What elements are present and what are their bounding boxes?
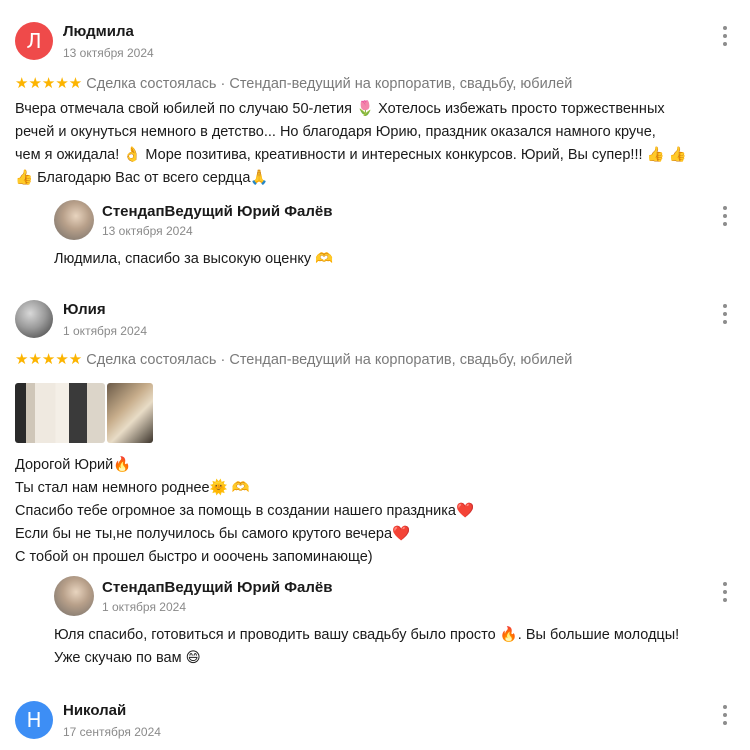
deal-info: Сделка состоялась · Стендап-ведущий на к… [86, 76, 573, 92]
reviewer-name[interactable]: Николай [63, 702, 126, 719]
more-options-icon[interactable] [720, 582, 730, 602]
reply-text: Людмила, спасибо за высокую оценку 🫶 [54, 251, 334, 267]
more-options-icon[interactable] [720, 206, 730, 226]
review-card: Л Людмила 13 октября 2024 ★★★★★ Сделка с… [0, 18, 750, 267]
avatar[interactable] [15, 300, 53, 338]
review-text: Вчера отмечала свой юбилей по случаю 50-… [15, 101, 687, 186]
review-text: Дорогой Юрий🔥 Ты стал нам немного роднее… [15, 457, 475, 565]
more-options-icon[interactable] [720, 705, 730, 725]
more-options-icon[interactable] [720, 26, 730, 46]
deal-info: Сделка состоялась · Стендап-ведущий на к… [86, 352, 573, 368]
review-card: Н Николай 17 сентября 2024 [0, 697, 750, 745]
reply-author-name[interactable]: СтендапВедущий Юрий Фалёв [102, 579, 332, 596]
reply-text: Юля спасибо, готовиться и проводить вашу… [54, 627, 680, 666]
rating-stars: ★★★★★ [15, 351, 83, 368]
reviewer-name[interactable]: Юлия [63, 301, 106, 318]
reply-author-name[interactable]: СтендапВедущий Юрий Фалёв [102, 203, 332, 220]
review-date: 17 сентября 2024 [63, 725, 161, 739]
review-date: 13 октября 2024 [63, 46, 154, 60]
avatar[interactable]: Л [15, 22, 53, 60]
avatar[interactable] [54, 200, 94, 240]
review-meta: ★★★★★ Сделка состоялась · Стендап-ведущи… [15, 350, 572, 368]
avatar[interactable]: Н [15, 701, 53, 739]
review-photo[interactable] [15, 383, 105, 443]
rating-stars: ★★★★★ [15, 75, 83, 92]
review-date: 1 октября 2024 [63, 324, 147, 338]
reply-date: 1 октября 2024 [102, 600, 186, 614]
review-meta: ★★★★★ Сделка состоялась · Стендап-ведущи… [15, 74, 572, 92]
avatar[interactable] [54, 576, 94, 616]
more-options-icon[interactable] [720, 304, 730, 324]
reply-date: 13 октября 2024 [102, 224, 193, 238]
review-card: Юлия 1 октября 2024 ★★★★★ Сделка состоял… [0, 296, 750, 666]
review-photos [15, 383, 153, 443]
review-photo[interactable] [107, 383, 153, 443]
reviewer-name[interactable]: Людмила [63, 23, 134, 40]
